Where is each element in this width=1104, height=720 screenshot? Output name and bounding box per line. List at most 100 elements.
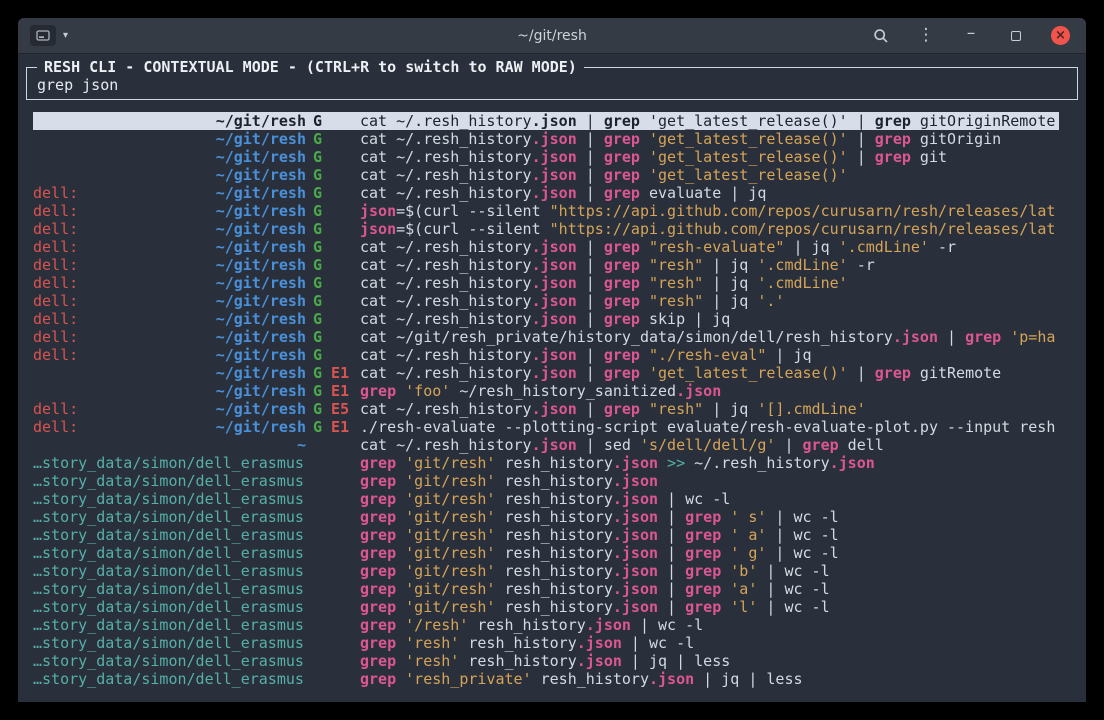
row-directory: ~/git/resh: [216, 418, 306, 436]
history-row[interactable]: dell: ~/git/resh G cat ~/.resh_history.j…: [33, 292, 1059, 310]
row-flags: [313, 580, 360, 598]
row-directory: ~/git/resh: [216, 202, 306, 220]
row-directory: ~/git/resh: [216, 112, 306, 130]
history-row[interactable]: dell: ~/git/resh G cat ~/git/resh_privat…: [33, 328, 1059, 346]
row-command: grep 'git/resh' resh_history.json >> ~/.…: [360, 454, 1059, 472]
row-flags: [313, 562, 360, 580]
terminal-icon: [36, 30, 50, 41]
history-row[interactable]: ~/git/resh G cat ~/.resh_history.json | …: [33, 148, 1059, 166]
row-host-dir: ~/git/resh: [33, 130, 313, 148]
history-row[interactable]: dell: ~/git/resh G cat ~/.resh_history.j…: [33, 256, 1059, 274]
row-flags: G: [313, 328, 360, 346]
row-host-dir: …story_data/simon/dell_erasmus: [33, 508, 313, 526]
history-row[interactable]: dell: ~/git/resh G cat ~/.resh_history.j…: [33, 310, 1059, 328]
history-row[interactable]: …story_data/simon/dell_erasmus grep 'res…: [33, 652, 1059, 670]
history-row[interactable]: dell: ~/git/resh G json=$(curl --silent …: [33, 202, 1059, 220]
row-directory: ~/git/resh: [216, 238, 306, 256]
history-row[interactable]: …story_data/simon/dell_erasmus grep 'git…: [33, 490, 1059, 508]
terminal-content: RESH CLI - CONTEXTUAL MODE - (CTRL+R to …: [18, 67, 1086, 702]
row-host: dell:: [33, 274, 78, 292]
history-row[interactable]: …story_data/simon/dell_erasmus grep 'git…: [33, 454, 1059, 472]
search-icon[interactable]: [871, 26, 891, 46]
row-command: cat ~/.resh_history.json | grep 'get_lat…: [360, 112, 1059, 130]
history-row[interactable]: …story_data/simon/dell_erasmus grep '/re…: [33, 616, 1059, 634]
history-row[interactable]: dell: ~/git/resh G E1 ./resh-evaluate --…: [33, 418, 1059, 436]
restore-icon: [1011, 31, 1021, 41]
history-row[interactable]: dell: ~/git/resh G cat ~/.resh_history.j…: [33, 346, 1059, 364]
row-host: dell:: [33, 310, 78, 328]
row-host-dir: dell: ~/git/resh: [33, 238, 313, 256]
history-row[interactable]: …story_data/simon/dell_erasmus grep 'git…: [33, 598, 1059, 616]
row-host: …story_data/simon/dell_erasmus: [33, 670, 304, 688]
row-host-dir: ~/git/resh: [33, 112, 313, 130]
history-row[interactable]: dell: ~/git/resh G json=$(curl --silent …: [33, 220, 1059, 238]
row-flags: [313, 616, 360, 634]
history-row[interactable]: …story_data/simon/dell_erasmus grep 'git…: [33, 508, 1059, 526]
terminal-app-button[interactable]: [30, 25, 56, 46]
history-row[interactable]: dell: ~/git/resh G cat ~/.resh_history.j…: [33, 184, 1059, 202]
row-host-dir: ~/git/resh: [33, 382, 313, 400]
row-directory: ~/git/resh: [216, 256, 306, 274]
row-host: dell:: [33, 256, 78, 274]
kebab-menu-icon[interactable]: ⋮: [916, 26, 936, 46]
history-row[interactable]: dell: ~/git/resh G cat ~/.resh_history.j…: [33, 274, 1059, 292]
history-row[interactable]: …story_data/simon/dell_erasmus grep 'res…: [33, 670, 1059, 688]
close-button[interactable]: ×: [1051, 26, 1070, 45]
history-row[interactable]: …story_data/simon/dell_erasmus grep 'git…: [33, 472, 1059, 490]
restore-button[interactable]: [1006, 26, 1026, 46]
row-flags: G E1: [313, 418, 360, 436]
search-query-input[interactable]: grep json: [37, 76, 118, 94]
row-command: cat ~/.resh_history.json | grep 'get_lat…: [360, 148, 1059, 166]
row-host-dir: dell: ~/git/resh: [33, 202, 313, 220]
history-row[interactable]: …story_data/simon/dell_erasmus grep 'res…: [33, 634, 1059, 652]
row-command: cat ~/.resh_history.json | grep "resh" |…: [360, 256, 1059, 274]
history-row[interactable]: dell: ~/git/resh G E5 cat ~/.resh_histor…: [33, 400, 1059, 418]
row-host: …story_data/simon/dell_erasmus: [33, 508, 304, 526]
row-command: grep 'git/resh' resh_history.json | grep…: [360, 526, 1059, 544]
row-host: dell:: [33, 238, 78, 256]
history-row[interactable]: ~/git/resh G cat ~/.resh_history.json | …: [33, 166, 1059, 184]
row-command: cat ~/.resh_history.json | grep 'get_lat…: [360, 364, 1059, 382]
row-directory: ~/git/resh: [216, 310, 306, 328]
terminal-window: ▾ ~/git/resh ⋮ – × RESH CLI - CONTEXTUAL…: [18, 18, 1086, 702]
row-directory: ~/git/resh: [216, 328, 306, 346]
history-row[interactable]: …story_data/simon/dell_erasmus grep 'git…: [33, 580, 1059, 598]
history-row[interactable]: …story_data/simon/dell_erasmus grep 'git…: [33, 544, 1059, 562]
row-command: grep 'git/resh' resh_history.json | grep…: [360, 562, 1059, 580]
row-flags: G: [313, 202, 360, 220]
minimize-button[interactable]: –: [961, 24, 981, 44]
row-host-dir: …story_data/simon/dell_erasmus: [33, 652, 313, 670]
row-host-dir: ~/git/resh: [33, 166, 313, 184]
row-command: grep 'foo' ~/resh_history_sanitized.json: [360, 382, 1059, 400]
profile-dropdown-caret[interactable]: ▾: [63, 30, 68, 41]
row-command: ./resh-evaluate --plotting-script evalua…: [360, 418, 1059, 436]
row-directory: ~/git/resh: [216, 292, 306, 310]
history-row[interactable]: ~ cat ~/.resh_history.json | sed 's/dell…: [33, 436, 1059, 454]
row-host-dir: …story_data/simon/dell_erasmus: [33, 544, 313, 562]
row-flags: G: [313, 130, 360, 148]
row-command: cat ~/.resh_history.json | grep skip | j…: [360, 310, 1059, 328]
history-row[interactable]: dell: ~/git/resh G cat ~/.resh_history.j…: [33, 238, 1059, 256]
row-command: cat ~/.resh_history.json | grep evaluate…: [360, 184, 1059, 202]
history-row[interactable]: ~/git/resh G cat ~/.resh_history.json | …: [33, 112, 1059, 130]
history-row[interactable]: …story_data/simon/dell_erasmus grep 'git…: [33, 526, 1059, 544]
history-list: ~/git/resh G cat ~/.resh_history.json | …: [18, 112, 1086, 688]
row-directory: ~/git/resh: [216, 274, 306, 292]
row-flags: [313, 598, 360, 616]
row-command: grep 'git/resh' resh_history.json | grep…: [360, 508, 1059, 526]
row-flags: G E1: [313, 364, 360, 382]
row-directory: ~/git/resh: [216, 130, 306, 148]
row-host-dir: dell: ~/git/resh: [33, 346, 313, 364]
close-icon: ×: [1055, 29, 1066, 42]
history-row[interactable]: ~/git/resh G cat ~/.resh_history.json | …: [33, 130, 1059, 148]
row-host-dir: …story_data/simon/dell_erasmus: [33, 526, 313, 544]
row-flags: G E1: [313, 382, 360, 400]
history-row[interactable]: ~/git/resh G E1 grep 'foo' ~/resh_histor…: [33, 382, 1059, 400]
row-directory: ~/git/resh: [216, 148, 306, 166]
row-host-dir: ~/git/resh: [33, 148, 313, 166]
history-row[interactable]: …story_data/simon/dell_erasmus grep 'git…: [33, 562, 1059, 580]
history-row[interactable]: ~/git/resh G E1 cat ~/.resh_history.json…: [33, 364, 1059, 382]
row-flags: G: [313, 220, 360, 238]
titlebar[interactable]: ▾ ~/git/resh ⋮ – ×: [18, 18, 1086, 54]
row-directory: ~/git/resh: [216, 346, 306, 364]
